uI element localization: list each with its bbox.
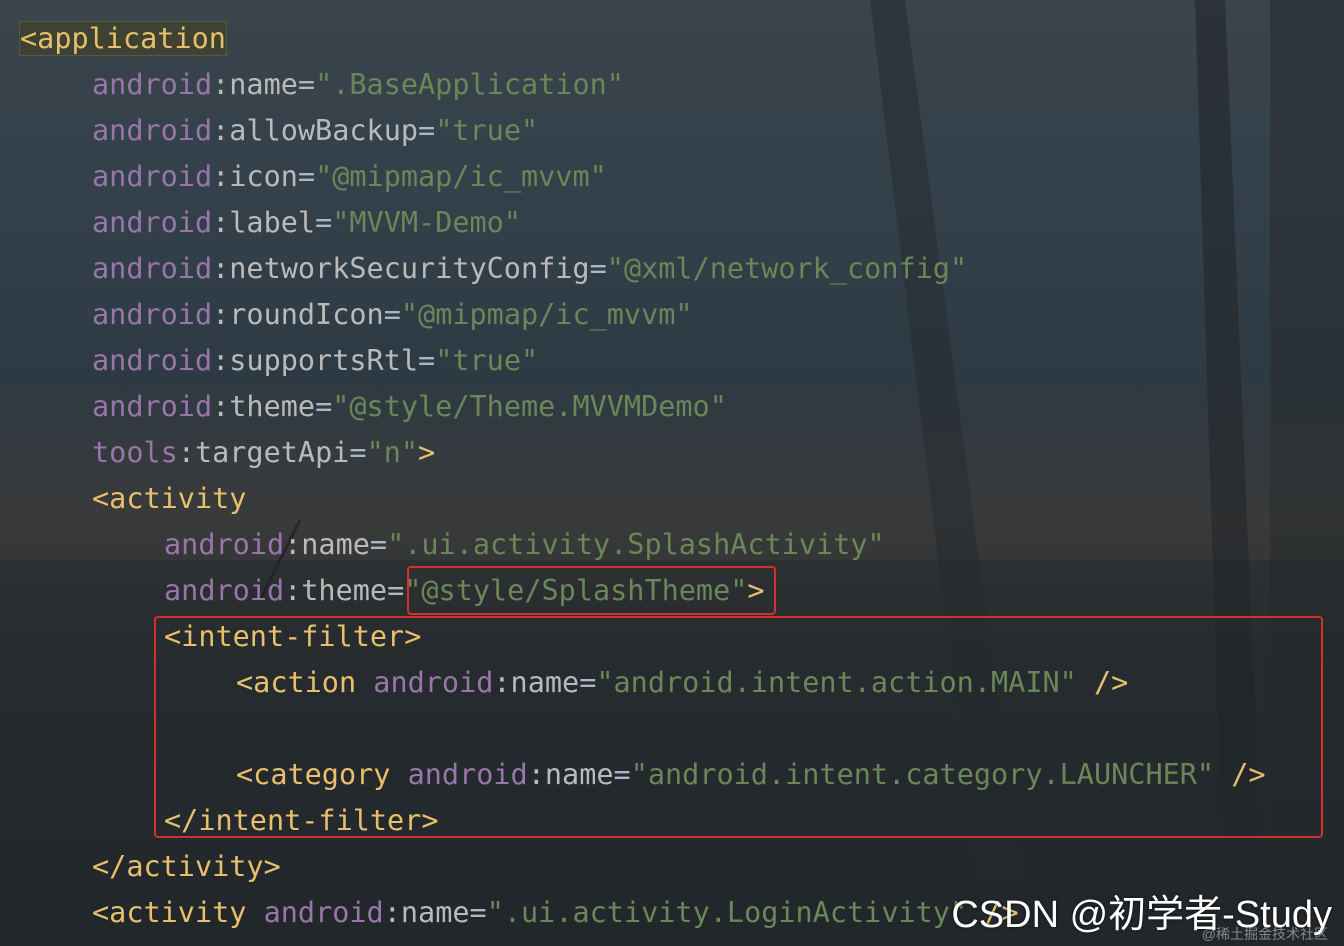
attr-value: "@style/Theme.MVVMDemo" [332, 390, 727, 423]
attr-equals: = [418, 344, 436, 377]
attr-name: :name [383, 896, 470, 929]
activity-close-tag: </activity> [92, 850, 281, 883]
code-line-attr: android:name=".BaseApplication" [92, 62, 624, 108]
attr-value: "true" [435, 114, 539, 147]
attr-namespace: android [92, 298, 213, 331]
code-line-attr: android:networkSecurityConfig="@xml/netw… [92, 246, 967, 292]
attr-value: ".BaseApplication" [315, 68, 624, 101]
attr-namespace: android [92, 206, 213, 239]
attr-namespace: tools [92, 436, 178, 469]
attr-value: "@mipmap/ic_mvvm" [400, 298, 693, 331]
attr-name: :label [212, 206, 316, 239]
code-line-attr: android:roundIcon="@mipmap/ic_mvvm" [92, 292, 693, 338]
attr-equals: = [349, 436, 367, 469]
attr-equals: = [315, 390, 333, 423]
attr-namespace: android [92, 68, 213, 101]
attr-value: "n" [366, 436, 419, 469]
attr-equals: = [387, 574, 405, 607]
code-line-activity2: <activity android:name=".ui.activity.Log… [92, 890, 1019, 936]
attr-equals: = [315, 206, 333, 239]
attr-equals: = [469, 896, 487, 929]
intent-filter-highlight-box [154, 616, 1323, 838]
attr-namespace: android [164, 528, 285, 561]
attr-name: :icon [212, 160, 298, 193]
code-line-attr: tools:targetApi="n"> [92, 430, 435, 476]
attr-namespace: android [92, 114, 213, 147]
attr-equals: = [369, 528, 388, 561]
watermark-small: @稀土掘金技术社区 [1201, 926, 1328, 942]
attr-name: :theme [212, 390, 316, 423]
code-line-attr: android:allowBackup="true" [92, 108, 538, 154]
code-line-application: <application [19, 16, 227, 62]
attr-name: :roundIcon [212, 298, 384, 331]
attr-value: ".ui.activity.SplashActivity" [387, 528, 885, 561]
code-line-attr: android:icon="@mipmap/ic_mvvm" [92, 154, 607, 200]
code-line-attr: android:name=".ui.activity.SplashActivit… [164, 522, 885, 568]
attr-name: :name [212, 68, 298, 101]
tag-close-bracket: > [418, 436, 436, 469]
splash-theme-highlight-box [407, 566, 776, 615]
attr-name: :name [284, 528, 370, 561]
attr-value: "true" [435, 344, 539, 377]
attr-equals: = [383, 298, 401, 331]
attr-namespace: android [263, 896, 384, 929]
application-tag: <application [19, 21, 227, 56]
code-line-activity-close: </activity> [92, 844, 281, 890]
code-line-activity-open: <activity [92, 476, 246, 522]
attr-namespace: android [92, 252, 213, 285]
attr-namespace: android [164, 574, 285, 607]
attr-equals: = [297, 68, 316, 101]
attr-name: :theme [284, 574, 388, 607]
attr-value: "@xml/network_config" [606, 252, 968, 285]
attr-value: "MVVM-Demo" [332, 206, 521, 239]
code-line-attr: android:supportsRtl="true" [92, 338, 538, 384]
attr-equals: = [589, 252, 607, 285]
attr-name: :supportsRtl [212, 344, 419, 377]
activity-tag: <activity [92, 482, 247, 515]
code-line-attr: android:theme="@style/Theme.MVVMDemo" [92, 384, 727, 430]
attr-value: ".ui.activity.LoginActivity" [486, 896, 968, 929]
code-line-attr: android:label="MVVM-Demo" [92, 200, 521, 246]
activity-tag: <activity [92, 896, 247, 929]
attr-namespace: android [92, 160, 213, 193]
attr-name: :targetApi [177, 436, 350, 469]
attr-value: "@mipmap/ic_mvvm" [315, 160, 607, 193]
attr-namespace: android [92, 344, 213, 377]
attr-equals: = [297, 160, 316, 193]
attr-name: :allowBackup [212, 114, 419, 147]
attr-equals: = [418, 114, 436, 147]
attr-namespace: android [92, 390, 213, 423]
attr-name: :networkSecurityConfig [212, 252, 590, 285]
